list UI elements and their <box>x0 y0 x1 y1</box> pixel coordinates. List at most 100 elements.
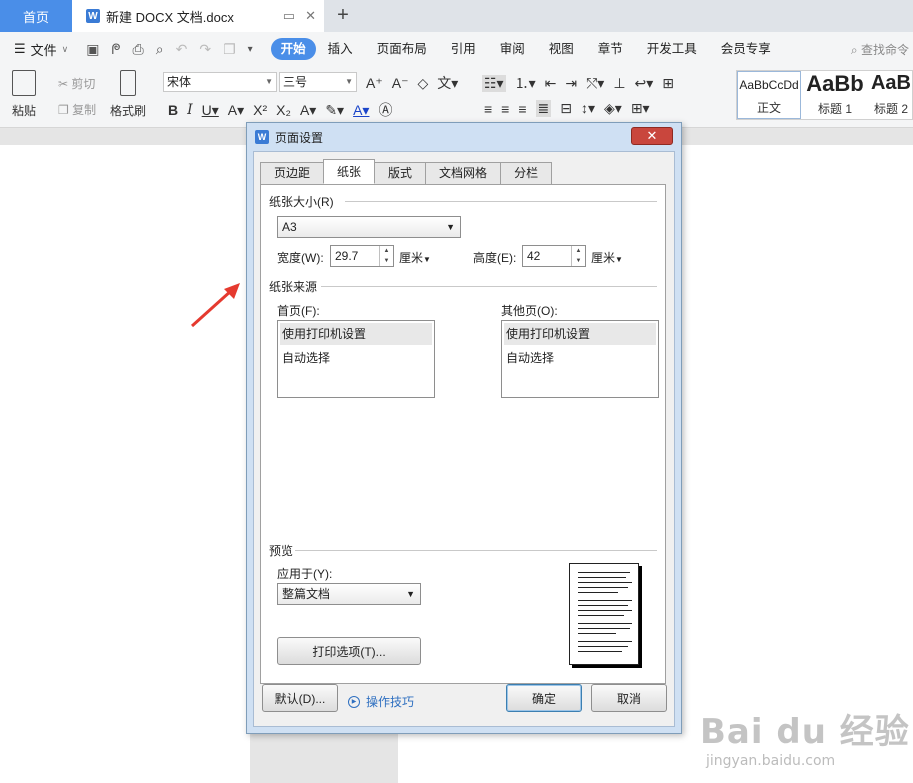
tab-layout[interactable]: 版式 <box>374 162 427 184</box>
list-item[interactable]: 使用打印机设置 <box>280 323 432 345</box>
print-icon[interactable]: ⎙ <box>133 41 144 58</box>
height-unit-select[interactable]: 厘米▼ <box>591 249 623 266</box>
subscript-icon[interactable]: X₂ <box>276 102 291 118</box>
bold-icon[interactable]: B <box>168 102 178 118</box>
file-menu[interactable]: ☰ 文件 ∨ <box>14 40 68 59</box>
tips-link[interactable]: ▶ 操作技巧 <box>348 693 414 710</box>
align-center-icon[interactable]: ≡ <box>501 101 509 117</box>
font-color-icon[interactable]: A▾ <box>353 102 369 119</box>
tab-references[interactable]: 引用 <box>439 38 488 60</box>
list-item[interactable]: 自动选择 <box>502 347 658 369</box>
document-page[interactable] <box>0 145 250 783</box>
tab-developer[interactable]: 开发工具 <box>635 38 709 60</box>
tab-insert[interactable]: 插入 <box>316 38 365 60</box>
ok-button[interactable]: 确定 <box>506 684 582 712</box>
text-effect-icon[interactable]: A▾ <box>300 102 316 119</box>
tab-columns[interactable]: 分栏 <box>500 162 553 184</box>
copy-label: 复制 <box>72 103 97 117</box>
tab-page-layout[interactable]: 页面布局 <box>365 38 439 60</box>
pin-window-icon[interactable]: ▭ <box>283 8 295 24</box>
paste-label: 粘贴 <box>12 104 37 118</box>
increase-indent-icon[interactable]: ⇥ <box>565 75 577 92</box>
borders-icon[interactable]: ⊞▾ <box>631 100 650 117</box>
line-spacing-icon[interactable]: ↕▾ <box>581 100 595 117</box>
new-tab-button[interactable]: + <box>332 4 354 26</box>
phonetic-guide-icon[interactable]: 文▾ <box>437 73 458 93</box>
tab-membership[interactable]: 会员专享 <box>709 38 783 60</box>
copy-format-icon[interactable]: ❐ <box>223 41 236 58</box>
style-heading-2[interactable]: AaB 标题 2 <box>869 71 913 119</box>
tips-label: 操作技巧 <box>366 695 415 709</box>
shading-icon[interactable]: ◈▾ <box>604 100 622 117</box>
height-input[interactable]: 42 ▲ ▼ <box>522 245 586 267</box>
increase-font-icon[interactable]: A⁺ <box>366 75 383 92</box>
tab-review[interactable]: 审阅 <box>488 38 537 60</box>
tab-stop-icon[interactable]: ⊞ <box>662 75 674 92</box>
dialog-close-button[interactable]: ✕ <box>631 127 673 145</box>
align-left-icon[interactable]: ≡ <box>484 101 492 117</box>
save-icon[interactable]: ▣ <box>86 41 99 58</box>
height-spinner[interactable]: ▲ ▼ <box>571 246 585 266</box>
font-size-select[interactable]: 三号 ▼ <box>279 72 357 92</box>
paper-size-select[interactable]: A3 ▼ <box>277 216 461 238</box>
search-command[interactable]: ⌕ 查找命令 <box>851 41 909 58</box>
width-input[interactable]: 29.7 ▲ ▼ <box>330 245 394 267</box>
strikethrough-icon[interactable]: A▾ <box>228 102 244 119</box>
line-break-icon[interactable]: ↩▾ <box>635 75 654 92</box>
italic-icon[interactable]: I <box>187 102 193 118</box>
tab-home[interactable]: 开始 <box>270 38 316 60</box>
export-pdf-icon[interactable]: ᖘ <box>112 41 121 58</box>
cancel-button[interactable]: 取消 <box>591 684 667 712</box>
list-item[interactable]: 使用打印机设置 <box>504 323 656 345</box>
redo-icon[interactable]: ↷ <box>199 41 211 58</box>
underline-icon[interactable]: U▾ <box>202 102 219 119</box>
close-tab-icon[interactable]: ✕ <box>305 8 316 24</box>
bullet-list-icon[interactable]: ☷▾ <box>482 74 506 92</box>
superscript-icon[interactable]: X² <box>253 102 267 118</box>
paper-size-section-title: 纸张大小(R) <box>269 195 334 209</box>
clear-format-icon[interactable]: ◇ <box>417 75 428 92</box>
page-setup-dialog: W 页面设置 ✕ 页边距 纸张 版式 文档网格 分栏 纸张大小(R) A3 ▼ … <box>246 122 682 734</box>
char-border-icon[interactable]: Ⓐ <box>378 100 392 120</box>
style-normal[interactable]: AaBbCcDd 正文 <box>737 71 801 119</box>
tab-margins[interactable]: 页边距 <box>260 162 325 184</box>
undo-icon[interactable]: ↶ <box>176 41 188 58</box>
decrease-font-icon[interactable]: A⁻ <box>392 75 409 92</box>
distributed-icon[interactable]: ⊟ <box>560 100 572 117</box>
apply-to-select[interactable]: 整篇文档 ▼ <box>277 583 421 605</box>
style-heading-1[interactable]: AaBb 标题 1 <box>803 71 867 119</box>
default-button[interactable]: 默认(D)... <box>262 684 338 712</box>
tab-document-grid[interactable]: 文档网格 <box>425 162 502 184</box>
list-item[interactable]: 自动选择 <box>278 347 434 369</box>
font-name-select[interactable]: 宋体 ▼ <box>163 72 277 92</box>
decrease-indent-icon[interactable]: ⇤ <box>545 75 557 92</box>
align-right-icon[interactable]: ≡ <box>518 101 526 117</box>
copy-button[interactable]: ❐ 复制 <box>58 101 96 118</box>
width-label: 宽度(W): <box>277 251 324 265</box>
justify-icon[interactable]: ≣ <box>535 100 552 117</box>
numbered-list-icon[interactable]: ⒈▾ <box>515 73 536 93</box>
tab-view[interactable]: 视图 <box>537 38 586 60</box>
font-tools-row: A⁺ A⁻ ◇ 文▾ <box>366 73 458 93</box>
chinese-layout-icon[interactable]: ⤲▾ <box>586 75 604 92</box>
paste-button[interactable]: 粘贴 <box>12 70 36 119</box>
first-page-source-list[interactable]: 使用打印机设置 自动选择 <box>277 320 435 398</box>
print-preview-icon[interactable]: ⌕ <box>156 41 164 58</box>
cut-button[interactable]: ✂ 剪切 <box>58 75 95 92</box>
text-direction-icon[interactable]: ⊥ <box>613 75 625 92</box>
dialog-title-bar[interactable]: W 页面设置 <box>247 123 681 151</box>
other-pages-source-list[interactable]: 使用打印机设置 自动选择 <box>501 320 659 398</box>
format-painter-button[interactable]: 格式刷 <box>110 70 146 119</box>
chevron-down-icon: ▼ <box>446 222 455 232</box>
highlight-icon[interactable]: ✎▾ <box>325 102 344 119</box>
document-tab[interactable]: W 新建 DOCX 文档.docx ▭ ✕ <box>72 0 324 32</box>
paper-source-section-title: 纸张来源 <box>269 280 318 294</box>
tab-paper[interactable]: 纸张 <box>323 159 376 184</box>
width-spinner[interactable]: ▲ ▼ <box>379 246 393 266</box>
tab-sections[interactable]: 章节 <box>586 38 635 60</box>
customize-toolbar-icon[interactable]: ▾ <box>248 44 253 55</box>
print-options-button[interactable]: 打印选项(T)... <box>277 637 421 665</box>
section-divider <box>295 550 657 551</box>
width-unit-select[interactable]: 厘米▼ <box>399 249 431 266</box>
home-tab[interactable]: 首页 <box>0 0 72 32</box>
